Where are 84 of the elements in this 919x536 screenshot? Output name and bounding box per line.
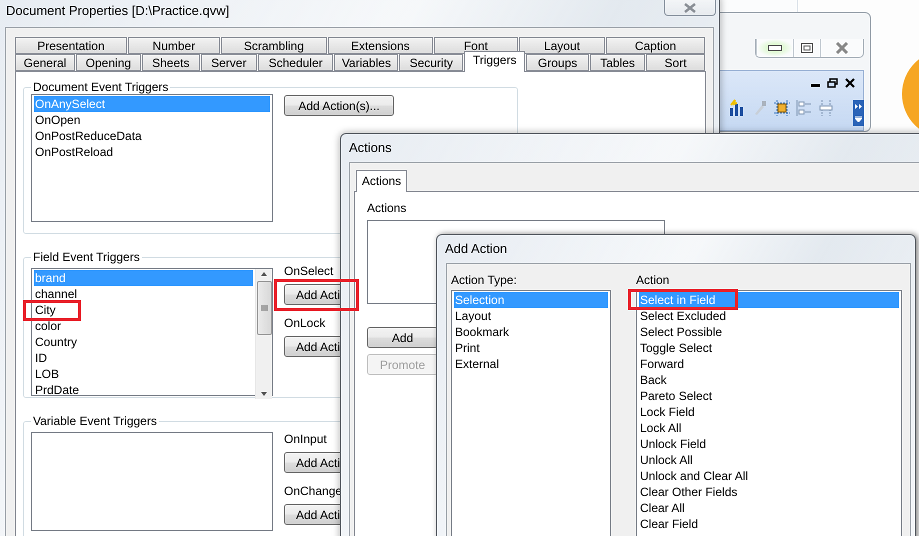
list-item[interactable]: Unlock Field [639,436,899,452]
list-item[interactable]: Pareto Select [639,388,899,404]
list-item[interactable]: color [34,318,253,334]
action-type-list[interactable]: Selection Layout Bookmark Print External [451,290,611,536]
group-title: Variable Event Triggers [32,414,158,428]
tab[interactable]: Opening [76,54,141,71]
double-chevron-icon [855,104,862,109]
toolbar-options-button[interactable] [853,100,864,126]
list-label: Action [636,273,670,287]
list-label: Actions [367,201,408,215]
tab[interactable]: Variables [334,54,398,71]
list-item[interactable]: Print [454,340,608,356]
list-item[interactable]: Lock Field [639,404,899,420]
tab[interactable]: Server [200,54,257,71]
list-item[interactable]: Forward [639,356,899,372]
tab[interactable]: Groups [526,54,590,71]
restore-icon[interactable] [827,78,838,88]
list-item[interactable]: Country [34,334,253,350]
tab[interactable]: Scheduler [258,54,334,71]
field-list[interactable]: brand channel City color Country ID LOB PrdDate [31,268,273,396]
window-title: Document Properties [D:\Practice.qvw] [5,2,230,20]
trigger-list[interactable]: OnAnySelect OnOpen OnPostReduceData OnPostReload [31,94,273,222]
window-title: Actions [348,139,393,157]
list-item[interactable]: Toggle Select [639,340,899,356]
close-icon[interactable] [845,78,855,88]
list-item[interactable]: Back [639,372,899,388]
action-list[interactable]: Select in Field Select Excluded Select Possible Toggle Select Forward Back Pareto Select Lock Field Lock All Unlock Field Unlock All Unlock and Clear All Clear Other Fields Clear All Clear Field [636,290,902,536]
list-item[interactable]: City [34,302,253,318]
list-item[interactable]: Clear All [639,500,899,516]
scroll-thumb[interactable] [256,281,272,335]
distribute-icon[interactable] [818,100,834,116]
group-title: Field Event Triggers [32,250,141,264]
list-item[interactable]: Clear Field [639,516,899,532]
list-item[interactable]: Clear Other Fields [639,484,899,500]
tab[interactable]: Presentation [15,37,127,54]
list-item[interactable]: OnOpen [34,112,270,128]
list-item[interactable]: Unlock and Clear All [639,468,899,484]
list-item[interactable]: Layout [454,308,608,324]
list-item[interactable]: channel [34,286,253,302]
close-icon [683,3,697,13]
close-icon [835,42,849,54]
tab[interactable]: Extensions [328,37,433,54]
event-label: OnSelect [284,264,334,278]
variable-list[interactable] [31,432,273,531]
list-item[interactable]: Bookmark [454,324,608,340]
frame-icon[interactable] [774,100,790,116]
window-title: Add Action [444,240,508,258]
list-item[interactable]: Unlock All [639,452,899,468]
tab[interactable]: Sort [646,54,706,71]
list-item[interactable]: LOB [34,366,253,382]
tab[interactable]: Number [128,37,220,54]
list-item[interactable]: Lock All [639,420,899,436]
tab[interactable]: Security [399,54,464,71]
grip-icon [260,305,268,311]
minimize-icon [768,45,782,51]
tab[interactable]: Scrambling [220,37,327,54]
event-label: OnChange [284,484,344,498]
close-button[interactable] [664,0,716,16]
tab[interactable]: Triggers [464,51,526,72]
list-item[interactable]: OnPostReduceData [34,128,270,144]
event-label: OnInput [284,432,328,446]
scrollbar[interactable] [255,269,272,399]
list-item[interactable]: Select Excluded [639,308,899,324]
maximize-icon [801,43,813,53]
list-item[interactable]: OnPostReload [34,144,270,160]
group-title: Document Event Triggers [32,80,170,94]
list-item[interactable]: External [454,356,608,372]
list-item[interactable]: ID [34,350,253,366]
tab[interactable]: Layout [518,37,606,54]
tab[interactable]: Sheets [142,54,200,71]
tab[interactable]: Tables [590,54,646,71]
add-button[interactable]: Add [367,327,438,348]
tab[interactable]: Actions [356,170,407,192]
event-label: OnLock [284,316,326,330]
list-item[interactable]: Select Possible [639,324,899,340]
tab[interactable]: Caption [606,37,706,54]
dropdown-icon [855,116,862,122]
minimize-button[interactable] [756,39,793,57]
tab[interactable]: General [15,54,75,71]
list-item[interactable]: PrdDate [34,382,253,398]
add-actions-button[interactable]: Add Action(s)... [284,95,394,116]
chart-icon[interactable] [728,99,746,117]
list-label: Action Type: [451,273,518,287]
align-icon[interactable] [796,100,812,116]
